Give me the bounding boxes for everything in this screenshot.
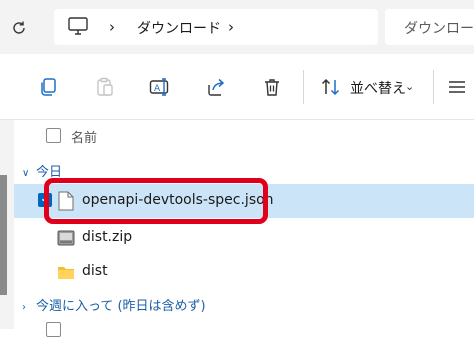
select-all-checkbox[interactable] — [46, 128, 61, 143]
breadcrumb-item-downloads[interactable]: ダウンロード — [137, 18, 221, 38]
refresh-button[interactable] — [8, 17, 30, 39]
chevron-down-icon[interactable]: ⌄ — [405, 80, 414, 93]
sort-icon — [321, 78, 340, 96]
file-row-folder[interactable]: dist — [14, 255, 474, 289]
chevron-right-icon[interactable]: › — [22, 302, 36, 313]
view-options-icon — [449, 81, 465, 93]
group-header-this-week[interactable]: › 今週に入って (昨日は含めず) — [22, 295, 206, 314]
rename-button[interactable]: A — [149, 76, 171, 98]
zip-icon — [57, 230, 75, 246]
toolbar-separator — [433, 70, 434, 104]
paste-button[interactable] — [94, 76, 116, 98]
copy-icon — [41, 78, 56, 96]
folder-icon — [58, 267, 74, 279]
search-placeholder: ダウンロード — [404, 21, 474, 37]
address-bar: › ダウンロード › ダウンロード — [0, 0, 474, 54]
toolbar-divider — [0, 119, 474, 120]
chevron-right-icon[interactable]: › — [228, 18, 234, 36]
search-input[interactable]: ダウンロード — [385, 9, 474, 45]
file-row-zip[interactable]: dist.zip — [14, 221, 474, 255]
paste-icon — [97, 77, 113, 96]
rename-icon: A — [149, 78, 169, 96]
svg-text:A: A — [154, 84, 161, 94]
share-icon — [208, 78, 225, 96]
share-button[interactable] — [205, 76, 227, 98]
sort-icon-wrap[interactable] — [320, 76, 342, 98]
breadcrumb[interactable]: › ダウンロード › — [54, 9, 378, 45]
view-options-button[interactable] — [446, 76, 468, 98]
copy-button[interactable] — [37, 76, 59, 98]
column-header-name[interactable]: 名前 — [71, 127, 97, 146]
this-pc-icon[interactable] — [68, 17, 88, 35]
toolbar-separator — [303, 70, 304, 104]
navigation-pane-scrollbar[interactable] — [0, 175, 7, 295]
command-bar: A 並べ替え ⌄ — [0, 54, 474, 120]
file-name: dist — [82, 263, 108, 279]
highlight-annotation — [44, 178, 268, 224]
sort-button[interactable]: 並べ替え — [350, 78, 406, 98]
delete-icon — [265, 79, 279, 96]
chevron-right-icon[interactable]: › — [109, 18, 115, 36]
refresh-icon — [13, 21, 25, 34]
chevron-down-icon[interactable]: ∨ — [22, 168, 36, 179]
row-checkbox[interactable] — [46, 322, 61, 337]
delete-button[interactable] — [261, 76, 283, 98]
file-name: dist.zip — [82, 229, 133, 245]
group-label: 今週に入って (昨日は含めず) — [36, 299, 206, 314]
